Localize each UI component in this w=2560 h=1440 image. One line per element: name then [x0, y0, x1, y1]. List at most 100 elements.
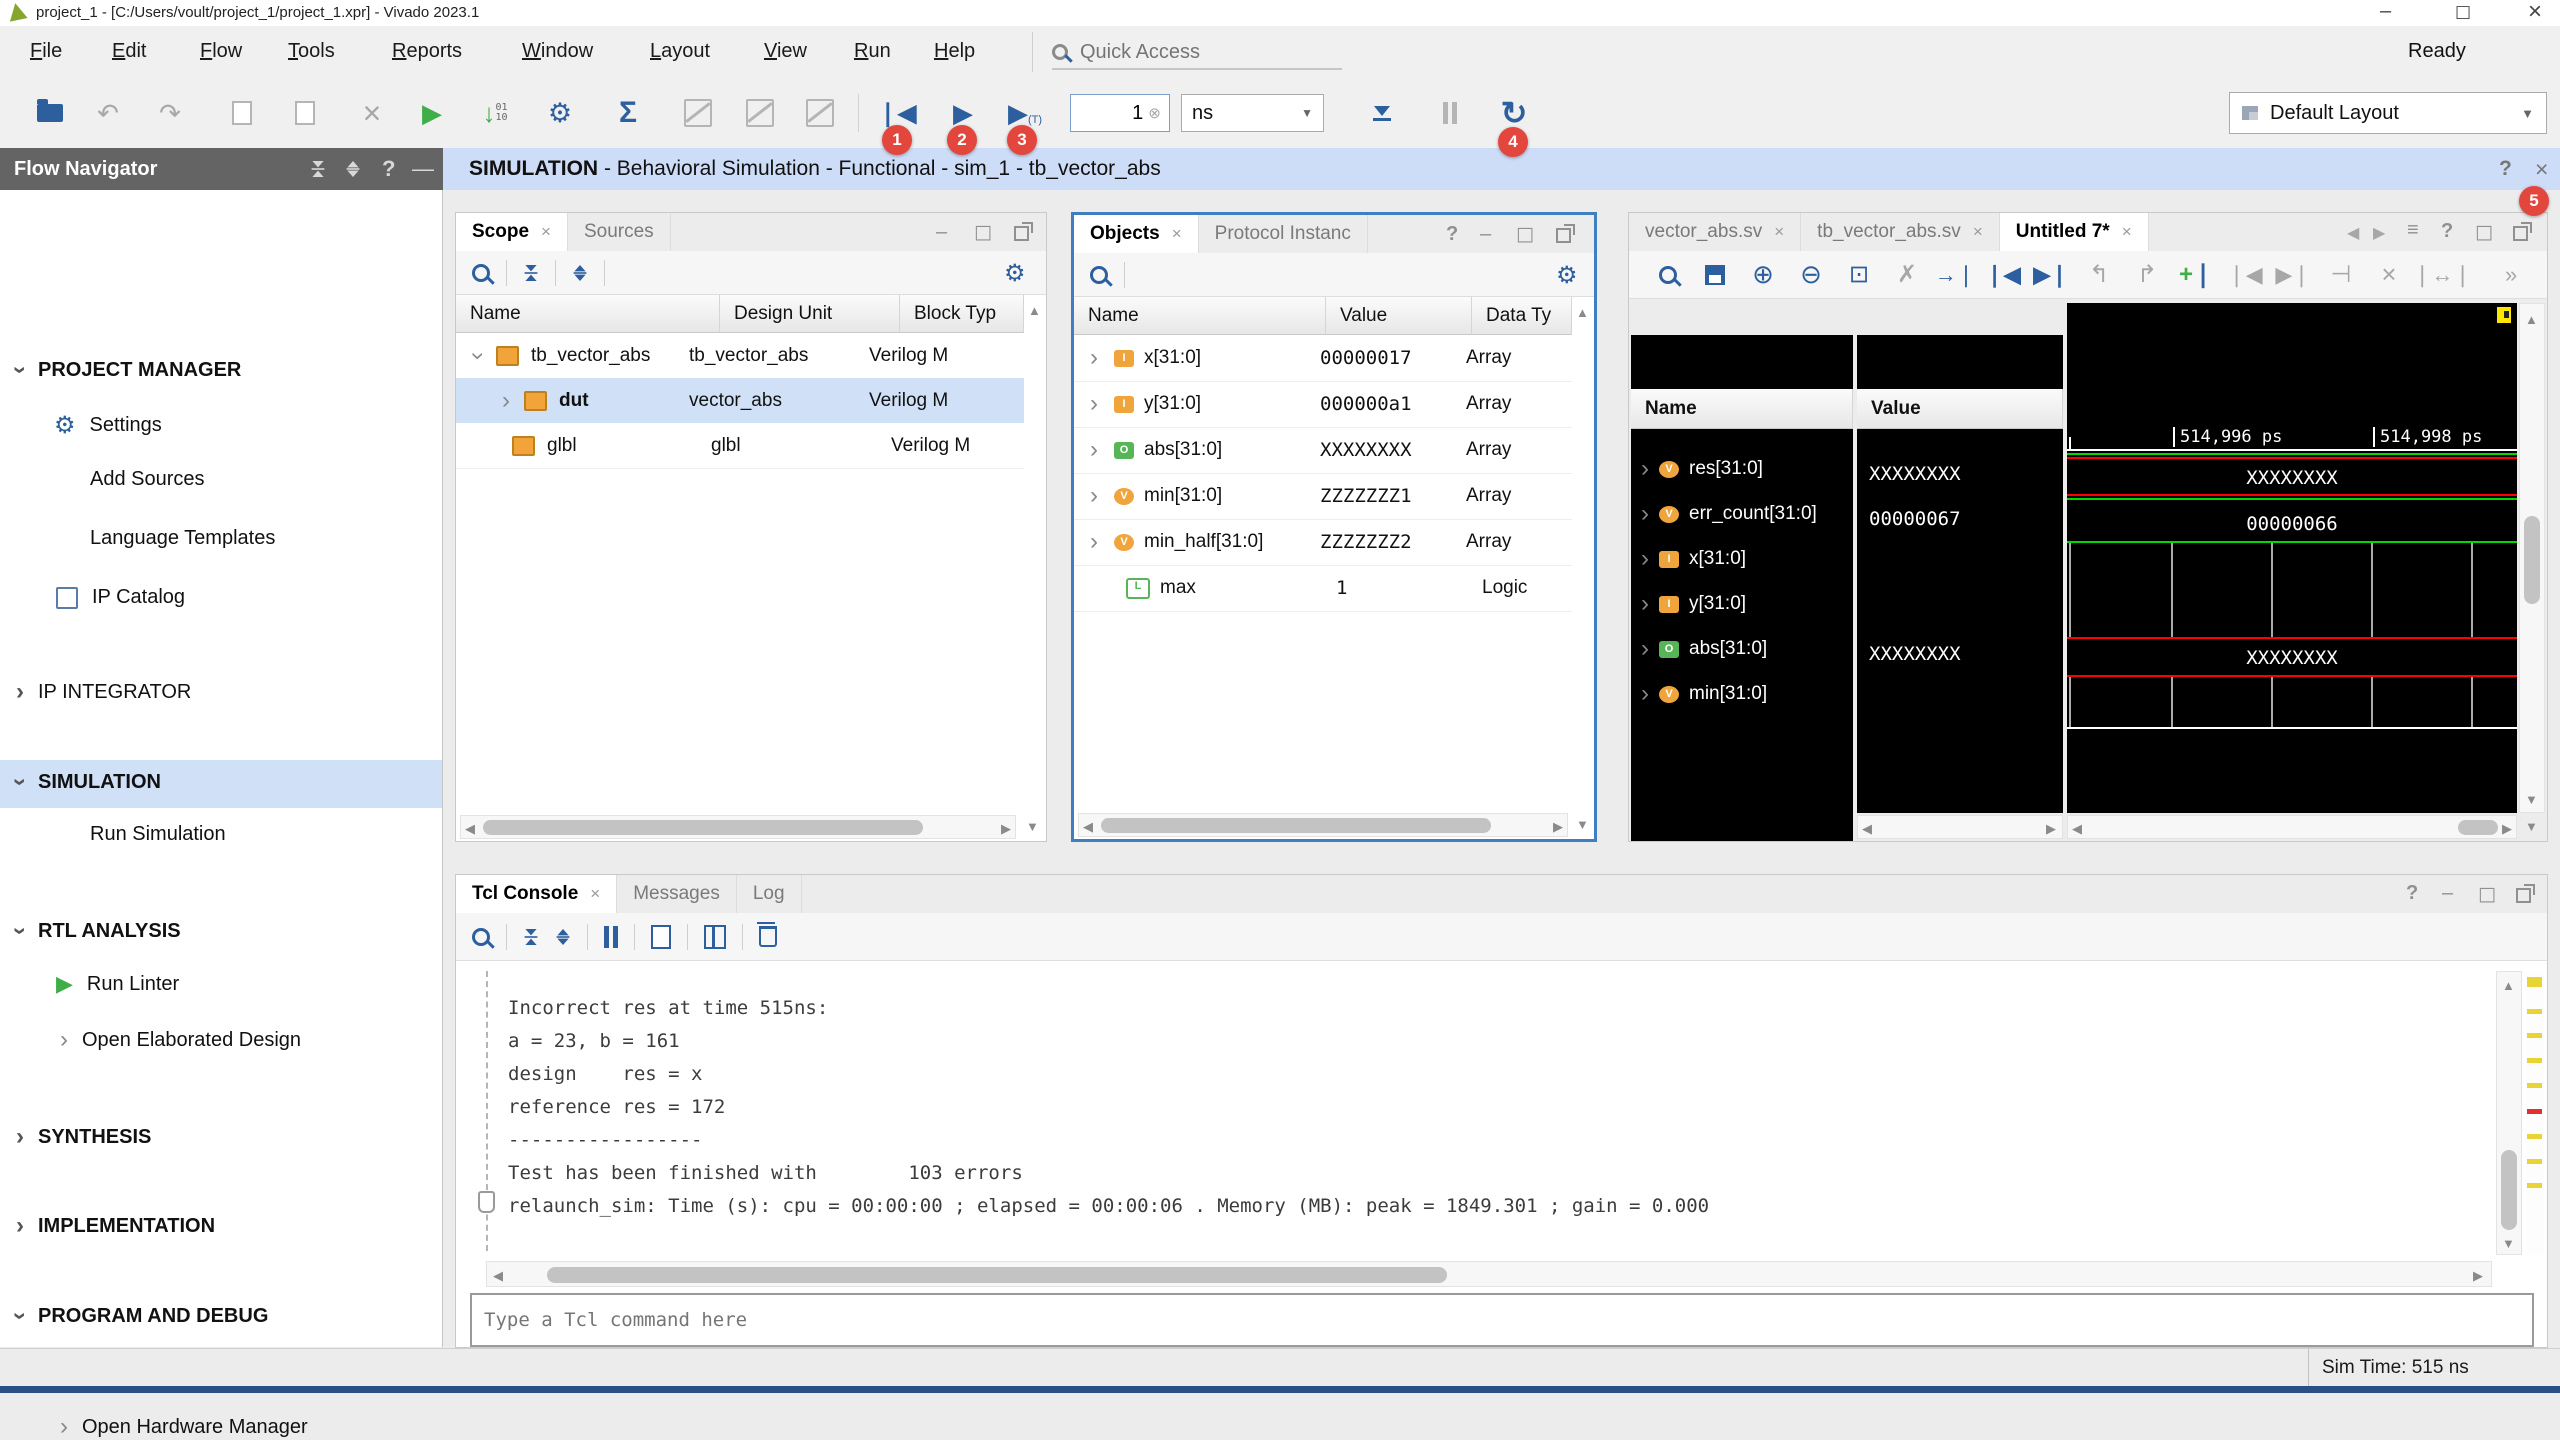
chevron-expanded-icon[interactable]: › [466, 352, 490, 360]
object-row[interactable]: › I x[31:0] 00000017 Array [1074, 335, 1572, 382]
settings-gear-icon[interactable]: ⚙ [540, 78, 580, 148]
menu-view[interactable]: View [764, 40, 807, 63]
chevron-collapsed-icon[interactable]: › [16, 1214, 24, 1238]
open-project-icon[interactable] [30, 78, 70, 148]
object-row[interactable]: › V min[31:0] ZZZZZZZ1 Array [1074, 473, 1572, 520]
tab-sources[interactable]: Sources [568, 213, 671, 251]
sidebar-item-run-linter[interactable]: ▶ Run Linter [56, 971, 179, 997]
close-tab-icon[interactable]: × [590, 884, 600, 904]
search-icon[interactable] [472, 264, 490, 282]
minimize-icon[interactable]: – [2380, 0, 2391, 23]
menu-tools[interactable]: Tools [288, 40, 335, 63]
wave-signal-name[interactable]: › V res[31:0] [1641, 457, 1856, 481]
delete-icon[interactable]: × [352, 78, 392, 148]
chevron-collapsed-icon[interactable]: › [1090, 392, 1098, 416]
column-header-name[interactable]: Name [1074, 297, 1326, 335]
tab-tcl-console[interactable]: Tcl Console× [456, 875, 617, 913]
expand-all-icon[interactable] [347, 161, 360, 177]
sidebar-item-open-hardware-manager[interactable]: › Open Hardware Manager [60, 1415, 308, 1439]
float-panel-icon[interactable] [2516, 888, 2531, 908]
menu-reports[interactable]: Reports [392, 40, 462, 63]
search-icon[interactable] [1645, 266, 1691, 284]
help-icon[interactable]: ? [382, 156, 395, 182]
clear-console-icon[interactable] [759, 926, 777, 947]
maximize-panel-icon[interactable]: □ [2478, 883, 2496, 905]
gear-icon[interactable]: ⚙ [1004, 259, 1026, 287]
cursor-off-icon[interactable]: ✗ [1883, 260, 1931, 289]
horizontal-scrollbar[interactable]: ◀ ▶ [1078, 813, 1568, 837]
collapse-all-icon[interactable] [312, 161, 325, 177]
chevron-expanded-icon[interactable]: › [8, 366, 32, 374]
menu-flow[interactable]: Flow [200, 40, 242, 63]
tab-scroll-left-icon[interactable]: ◀ [2347, 223, 2359, 243]
menu-window[interactable]: Window [522, 40, 593, 63]
help-icon[interactable]: ? [1446, 223, 1458, 246]
tab-list-icon[interactable]: ≡ [2407, 219, 2419, 242]
scroll-down-icon[interactable]: ▼ [2525, 819, 2538, 834]
chevron-collapsed-icon[interactable]: › [1641, 682, 1649, 706]
chevron-collapsed-icon[interactable]: › [1641, 547, 1649, 571]
chevron-collapsed-icon[interactable]: › [60, 1028, 68, 1052]
generate-bitstream-icon[interactable]: ↓ 0110 [472, 78, 518, 148]
sidebar-item-settings[interactable]: ⚙ Settings [54, 411, 162, 439]
close-tab-icon[interactable]: × [1774, 222, 1784, 242]
search-icon[interactable] [1090, 266, 1108, 284]
chevron-collapsed-icon[interactable]: › [1641, 457, 1649, 481]
tab-log[interactable]: Log [737, 875, 802, 913]
undo-icon[interactable]: ↶ [88, 78, 128, 148]
scroll-down-icon[interactable]: ▼ [1026, 819, 1039, 834]
object-row[interactable]: › V min_half[31:0] ZZZZZZZ2 Array [1074, 519, 1572, 566]
marker-flag-icon[interactable] [2497, 307, 2511, 323]
wave-column-header-name[interactable]: Name [1631, 389, 1853, 429]
menu-edit[interactable]: Edit [112, 40, 146, 63]
restore-icon[interactable]: □ [2455, 2, 2471, 22]
minimize-panel-icon[interactable]: – [1480, 223, 1491, 246]
menu-help[interactable]: Help [934, 40, 975, 63]
expand-all-icon[interactable] [574, 265, 587, 281]
chevron-collapsed-icon[interactable]: › [60, 1415, 68, 1439]
tab-vector-abs-sv[interactable]: vector_abs.sv× [1629, 213, 1801, 251]
paste-icon[interactable] [285, 78, 325, 148]
save-waveform-icon[interactable] [1691, 265, 1739, 285]
value-horizontal-scrollbar[interactable]: ◀ ▶ [1857, 815, 2063, 839]
chevron-collapsed-icon[interactable]: › [1641, 502, 1649, 526]
column-header-data-type[interactable]: Data Ty [1472, 297, 1572, 335]
toggle-line-columns-icon[interactable] [704, 925, 726, 949]
sidebar-section-implementation[interactable]: › IMPLEMENTATION [16, 1214, 215, 1238]
close-tab-icon[interactable]: × [2122, 222, 2132, 242]
vertical-scrollbar[interactable]: ▲ ▼ [2519, 303, 2545, 813]
sidebar-section-rtl-analysis[interactable]: › RTL ANALYSIS [16, 919, 181, 943]
minimize-panel-icon[interactable]: — [412, 156, 434, 182]
pause-output-icon[interactable] [604, 926, 618, 948]
run-flow-icon[interactable]: ▶ [412, 78, 452, 148]
menu-run[interactable]: Run [854, 40, 891, 63]
wave-signal-name[interactable]: › V err_count[31:0] [1641, 502, 1856, 526]
chevron-collapsed-icon[interactable]: › [502, 389, 510, 413]
column-header-value[interactable]: Value [1326, 297, 1472, 335]
scroll-up-icon[interactable]: ▲ [1028, 303, 1041, 318]
zoom-in-icon[interactable]: ⊕ [1739, 259, 1787, 290]
menu-layout[interactable]: Layout [650, 40, 710, 63]
tab-untitled-7[interactable]: Untitled 7*× [2000, 213, 2149, 251]
minimize-panel-icon[interactable]: – [936, 221, 947, 244]
tab-objects[interactable]: Objects× [1074, 215, 1199, 253]
redo-icon[interactable]: ↷ [150, 78, 190, 148]
sidebar-item-language-templates[interactable]: Language Templates [90, 527, 275, 550]
column-header-block-type[interactable]: Block Typ [900, 295, 1024, 333]
quick-access[interactable] [1052, 36, 1342, 70]
column-header-design-unit[interactable]: Design Unit [720, 295, 900, 333]
wave-signal-name[interactable]: › I x[31:0] [1641, 547, 1856, 571]
tab-scroll-right-icon[interactable]: ▶ [2373, 223, 2385, 243]
close-tab-icon[interactable]: × [1172, 224, 1182, 244]
sidebar-item-ip-catalog[interactable]: IP Catalog [56, 586, 185, 609]
table-row-selected[interactable]: › dut vector_abs Verilog M [456, 378, 1024, 423]
close-tab-icon[interactable]: × [541, 222, 551, 242]
help-icon[interactable]: ? [2499, 157, 2512, 181]
object-row[interactable]: › O abs[31:0] XXXXXXXX Array [1074, 427, 1572, 474]
sidebar-item-run-simulation[interactable]: Run Simulation [90, 823, 226, 846]
column-header-name[interactable]: Name [456, 295, 720, 333]
menu-file[interactable]: File [30, 40, 62, 63]
next-transition-icon[interactable]: ▶❘ [2027, 262, 2075, 288]
copy-icon[interactable] [222, 78, 262, 148]
float-panel-icon[interactable] [1556, 228, 1571, 248]
